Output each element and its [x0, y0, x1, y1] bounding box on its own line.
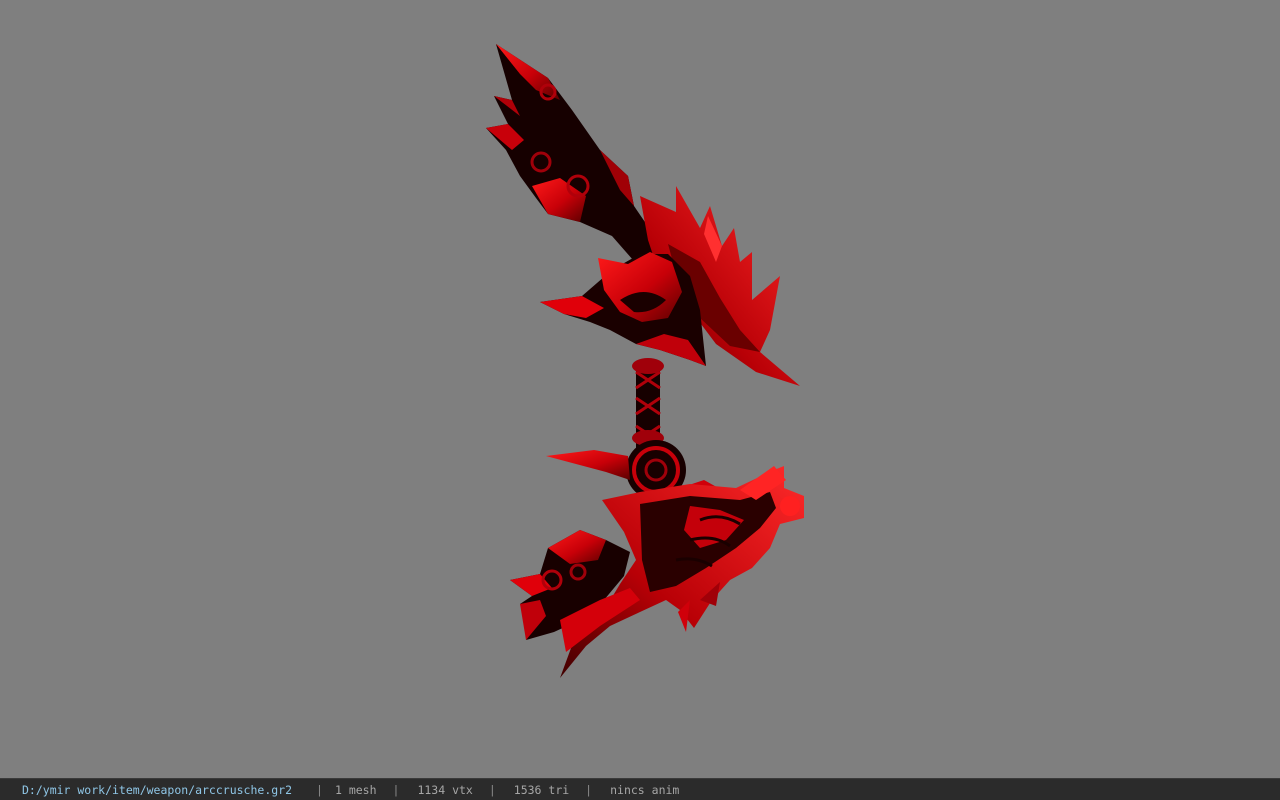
triangle-count-label: 1536 tri: [513, 782, 570, 797]
status-bar: D:/ymir work/item/weapon/arccrusche.gr2 …: [0, 778, 1280, 800]
vertex-count-label: 1134 vtx: [417, 782, 473, 797]
mesh-count-label: 1 mesh: [334, 782, 377, 797]
separator: |: [488, 782, 496, 797]
file-path-label: D:/ymir work/item/weapon/arccrusche.gr2: [22, 782, 293, 797]
separator: |: [392, 782, 400, 797]
handle: [632, 358, 664, 450]
upper-guard: [540, 252, 706, 366]
weapon-model-render[interactable]: [0, 0, 1280, 778]
separator: |: [316, 782, 323, 797]
animation-status-label: nincs anim: [610, 782, 680, 797]
separator: |: [585, 782, 593, 797]
3d-viewport[interactable]: [0, 0, 1280, 778]
